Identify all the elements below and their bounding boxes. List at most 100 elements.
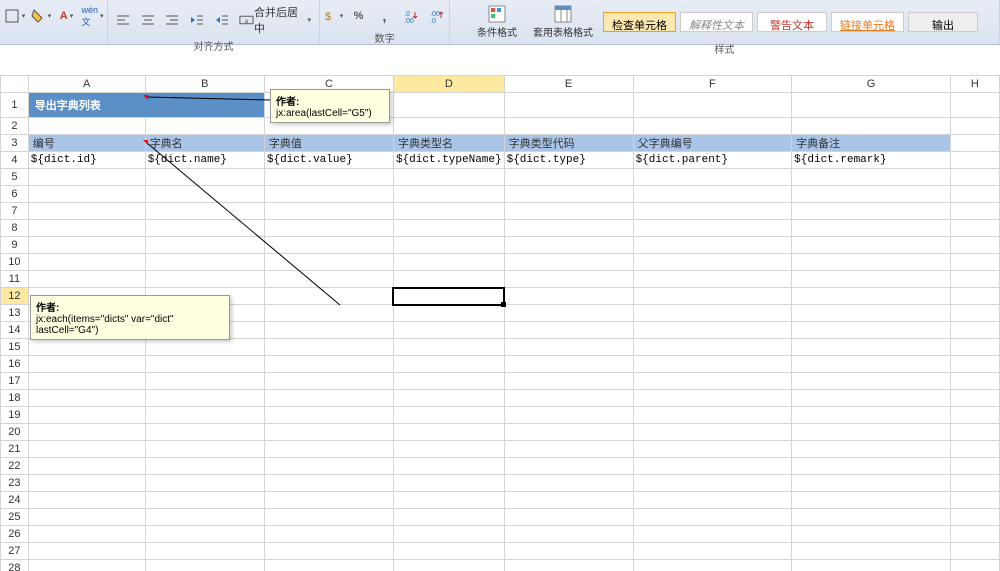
cell-B11[interactable] xyxy=(145,271,264,288)
cell-H14[interactable] xyxy=(950,322,999,339)
cell-E27[interactable] xyxy=(504,543,633,560)
cell-A16[interactable] xyxy=(28,356,145,373)
cell-A10[interactable] xyxy=(28,254,145,271)
cell-C6[interactable] xyxy=(264,186,393,203)
cell-D6[interactable] xyxy=(393,186,504,203)
cell-D27[interactable] xyxy=(393,543,504,560)
cell-G10[interactable] xyxy=(792,254,951,271)
cell-B28[interactable] xyxy=(145,560,264,571)
cell-E9[interactable] xyxy=(504,237,633,254)
cell-D12[interactable] xyxy=(393,288,504,305)
cell-B15[interactable] xyxy=(145,339,264,356)
row-header-6[interactable]: 6 xyxy=(1,186,29,203)
cell-H26[interactable] xyxy=(950,526,999,543)
col-header-B[interactable]: B xyxy=(145,76,264,93)
cell-H27[interactable] xyxy=(950,543,999,560)
cell-C14[interactable] xyxy=(264,322,393,339)
row-header-19[interactable]: 19 xyxy=(1,407,29,424)
cell-G4[interactable]: ${dict.remark} xyxy=(792,152,951,169)
row-header-21[interactable]: 21 xyxy=(1,441,29,458)
cell-B16[interactable] xyxy=(145,356,264,373)
cell-E19[interactable] xyxy=(504,407,633,424)
cell-H12[interactable] xyxy=(950,288,999,305)
col-header-E[interactable]: E xyxy=(504,76,633,93)
cell-D14[interactable] xyxy=(393,322,504,339)
cell-B5[interactable] xyxy=(145,169,264,186)
cell-C19[interactable] xyxy=(264,407,393,424)
cell-F18[interactable] xyxy=(633,390,792,407)
row-header-17[interactable]: 17 xyxy=(1,373,29,390)
cell-D5[interactable] xyxy=(393,169,504,186)
cell-E12[interactable] xyxy=(504,288,633,305)
cell-A26[interactable] xyxy=(28,526,145,543)
cell-G7[interactable] xyxy=(792,203,951,220)
cell-B17[interactable] xyxy=(145,373,264,390)
cell-G24[interactable] xyxy=(792,492,951,509)
row-header-9[interactable]: 9 xyxy=(1,237,29,254)
cell-H6[interactable] xyxy=(950,186,999,203)
cell-A3[interactable]: 编号 xyxy=(28,135,145,152)
cell-F15[interactable] xyxy=(633,339,792,356)
cell-B8[interactable] xyxy=(145,220,264,237)
cell-F1[interactable] xyxy=(633,93,792,118)
conditional-format-button[interactable]: 条件格式 xyxy=(471,2,523,41)
row-header-1[interactable]: 1 xyxy=(1,93,29,118)
cell-A17[interactable] xyxy=(28,373,145,390)
cell-D9[interactable] xyxy=(393,237,504,254)
cell-C15[interactable] xyxy=(264,339,393,356)
cell-D10[interactable] xyxy=(393,254,504,271)
cell-G11[interactable] xyxy=(792,271,951,288)
cell-A6[interactable] xyxy=(28,186,145,203)
cell-H16[interactable] xyxy=(950,356,999,373)
cell-C17[interactable] xyxy=(264,373,393,390)
cell-C7[interactable] xyxy=(264,203,393,220)
comma-button[interactable]: , xyxy=(373,5,397,27)
style-link-cell[interactable]: 链接单元格 xyxy=(831,12,904,32)
cell-H28[interactable] xyxy=(950,560,999,571)
cell-F9[interactable] xyxy=(633,237,792,254)
cell-F4[interactable]: ${dict.parent} xyxy=(633,152,792,169)
cell-G23[interactable] xyxy=(792,475,951,492)
cell-E26[interactable] xyxy=(504,526,633,543)
cell-B22[interactable] xyxy=(145,458,264,475)
indent-decrease-button[interactable] xyxy=(186,9,209,31)
comment-indicator-A4[interactable] xyxy=(143,140,148,145)
cell-D20[interactable] xyxy=(393,424,504,441)
cell-E28[interactable] xyxy=(504,560,633,571)
cell-B4[interactable]: ${dict.name} xyxy=(145,152,264,169)
col-header-A[interactable]: A xyxy=(28,76,145,93)
cell-C28[interactable] xyxy=(264,560,393,571)
cell-E14[interactable] xyxy=(504,322,633,339)
cell-E25[interactable] xyxy=(504,509,633,526)
cell-A21[interactable] xyxy=(28,441,145,458)
cell-E16[interactable] xyxy=(504,356,633,373)
cell-H19[interactable] xyxy=(950,407,999,424)
spreadsheet-area[interactable]: A B C D E F G H 1 导出字典列表 2 3 编号 字典名 字典值 … xyxy=(0,55,1000,571)
indent-increase-button[interactable] xyxy=(210,9,233,31)
cell-B24[interactable] xyxy=(145,492,264,509)
cell-F11[interactable] xyxy=(633,271,792,288)
row-header-13[interactable]: 13 xyxy=(1,305,29,322)
cell-E15[interactable] xyxy=(504,339,633,356)
cell-E1[interactable] xyxy=(504,93,633,118)
style-explain-cell[interactable]: 解释性文本 xyxy=(680,12,753,32)
cell-H8[interactable] xyxy=(950,220,999,237)
cell-E11[interactable] xyxy=(504,271,633,288)
row-header-5[interactable]: 5 xyxy=(1,169,29,186)
row-header-15[interactable]: 15 xyxy=(1,339,29,356)
cell-E10[interactable] xyxy=(504,254,633,271)
cell-C18[interactable] xyxy=(264,390,393,407)
row-header-16[interactable]: 16 xyxy=(1,356,29,373)
cell-H18[interactable] xyxy=(950,390,999,407)
cell-H23[interactable] xyxy=(950,475,999,492)
cell-E2[interactable] xyxy=(504,118,633,135)
cell-B27[interactable] xyxy=(145,543,264,560)
cell-E3[interactable]: 字典类型代码 xyxy=(504,135,633,152)
decrease-decimal-button[interactable]: .00.0 xyxy=(425,5,449,27)
merge-center-button[interactable]: a合并后居中▾ xyxy=(235,2,315,38)
cell-G5[interactable] xyxy=(792,169,951,186)
cell-H15[interactable] xyxy=(950,339,999,356)
row-header-11[interactable]: 11 xyxy=(1,271,29,288)
row-header-18[interactable]: 18 xyxy=(1,390,29,407)
cell-F24[interactable] xyxy=(633,492,792,509)
